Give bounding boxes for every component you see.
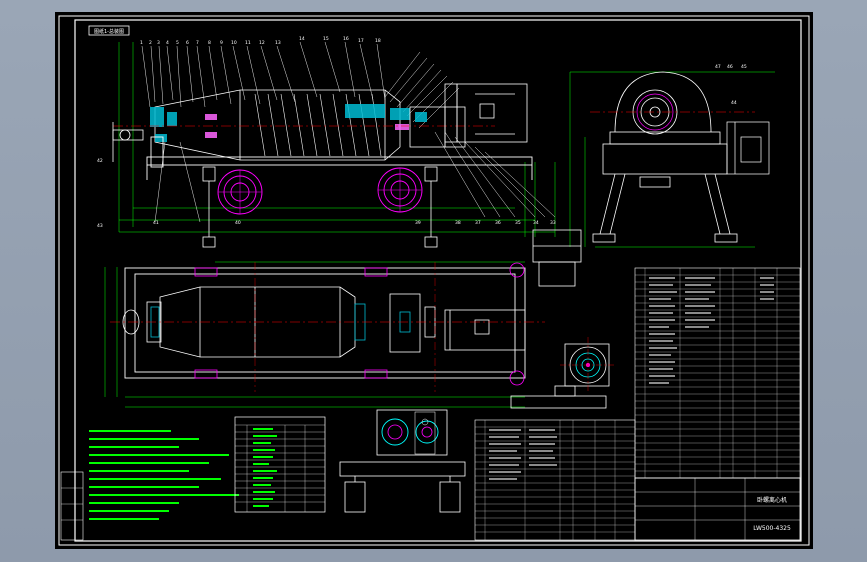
svg-text:4: 4: [166, 40, 169, 46]
parts-list: [474, 267, 801, 541]
plan-gearbox-motor: [389, 293, 526, 353]
svg-text:42: 42: [97, 158, 103, 164]
svg-text:40: 40: [235, 220, 241, 226]
svg-text:12: 12: [259, 40, 265, 46]
parameter-table: [234, 416, 326, 513]
svg-text:2: 2: [149, 40, 152, 46]
scroll-flights: [254, 93, 382, 157]
cad-viewport[interactable]: 图纸1-总装图 1 2 3 4 5 6 7 8 9 10 11 12 13 14…: [0, 0, 867, 562]
title-block: 卧螺离心机 LW500-4325: [634, 477, 801, 541]
svg-text:7: 7: [196, 40, 199, 46]
svg-text:45: 45: [741, 64, 747, 70]
front-dimension-lines: [118, 42, 556, 237]
drawing-number: LW500-4325: [753, 525, 791, 532]
feed-pipe: [112, 122, 144, 162]
svg-text:41: 41: [153, 220, 159, 226]
svg-text:14: 14: [299, 36, 305, 42]
svg-text:44: 44: [731, 100, 737, 106]
svg-text:8: 8: [208, 40, 211, 46]
svg-text:38: 38: [455, 220, 461, 226]
front-side-labels: 43 42 41 40 39 38 37 36 35 34 33: [97, 158, 556, 229]
main-frame: [146, 136, 533, 180]
drawing-title: 卧螺离心机: [757, 496, 787, 504]
outer-border: [58, 15, 810, 546]
svg-text:10: 10: [231, 40, 237, 46]
svg-text:43: 43: [97, 223, 103, 229]
svg-text:5: 5: [176, 40, 179, 46]
svg-text:13: 13: [275, 40, 281, 46]
front-view: 12 34 56 78 910 1112 1314 1516 1718: [97, 36, 556, 248]
assembly-drawing: 图纸1-总装图 1 2 3 4 5 6 7 8 9 10 11 12 1314 …: [58, 15, 810, 546]
svg-text:36: 36: [495, 220, 501, 226]
front-leaders-top: [141, 41, 386, 108]
svg-text:15: 15: [323, 36, 329, 42]
svg-text:1: 1: [140, 40, 143, 46]
svg-text:11: 11: [245, 40, 251, 46]
svg-text:34: 34: [533, 220, 539, 226]
svg-text:35: 35: [515, 220, 521, 226]
svg-text:9: 9: [220, 40, 223, 46]
svg-text:3: 3: [157, 40, 160, 46]
plan-frame: [124, 267, 526, 379]
svg-text:46: 46: [727, 64, 733, 70]
side-legs: [592, 173, 738, 243]
svg-text:33: 33: [550, 220, 556, 226]
bowl-outline: [154, 89, 401, 161]
side-labels: 47 46 45 44: [715, 64, 747, 106]
plan-view: [104, 261, 545, 408]
svg-text:17: 17: [358, 38, 364, 44]
corner-tag: 图纸1-总装图: [88, 25, 130, 36]
svg-text:39: 39: [415, 220, 421, 226]
side-motor: [726, 121, 770, 175]
bearing-sections: [150, 104, 427, 142]
side-housing: [602, 71, 728, 175]
svg-text:6: 6: [186, 40, 189, 46]
gearbox-and-motor: [409, 83, 528, 148]
end-view: [510, 337, 615, 409]
svg-text:47: 47: [715, 64, 721, 70]
svg-text:18: 18: [375, 38, 381, 44]
svg-text:37: 37: [475, 220, 481, 226]
front-legs: [202, 166, 438, 248]
drawing-sheet: 图纸1-总装图 1 2 3 4 5 6 7 8 9 10 11 12 13 14…: [55, 12, 813, 549]
svg-text:图纸1-总装图: 图纸1-总装图: [94, 28, 124, 35]
svg-text:16: 16: [343, 36, 349, 42]
detail-view-a: [532, 229, 582, 287]
detail-view-b: [339, 409, 466, 513]
technical-notes: [89, 430, 239, 520]
front-part-numbers-top: 12 34 56 78 9 10 11 12 1314 15 16 17 18: [140, 36, 381, 46]
left-title-strip: [60, 471, 84, 541]
side-view: 47 46 45 44: [569, 64, 775, 248]
front-wheels: [217, 167, 423, 215]
plan-dimension-lines: [104, 261, 525, 408]
